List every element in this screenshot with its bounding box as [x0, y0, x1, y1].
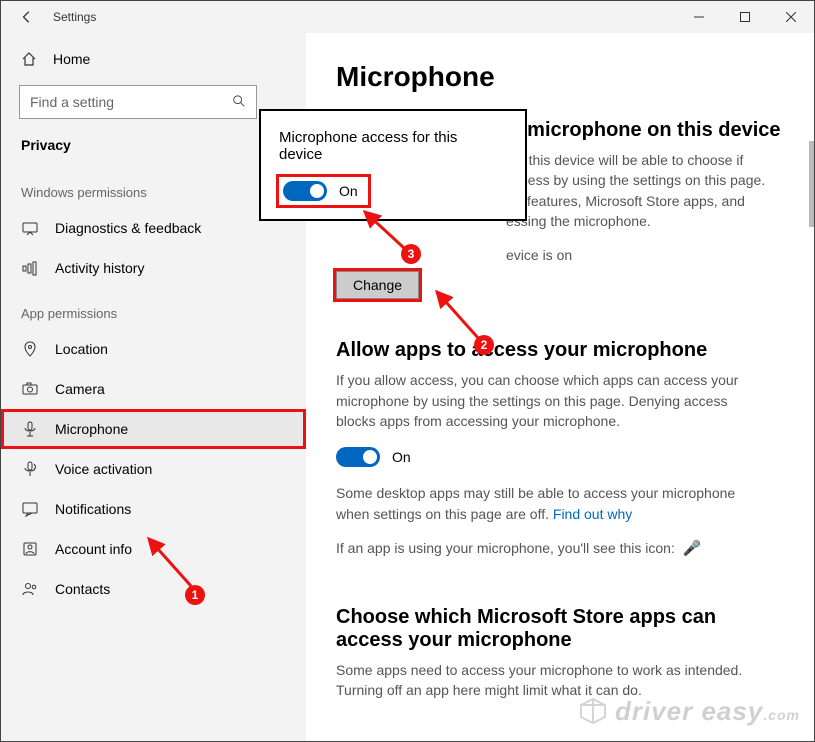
history-icon	[21, 260, 39, 276]
popup-title: Microphone access for this device	[279, 129, 479, 163]
device-toggle[interactable]	[283, 181, 327, 201]
sidebar-item-camera[interactable]: Camera	[1, 369, 306, 409]
feedback-icon	[21, 220, 39, 236]
sidebar-item-activity[interactable]: Activity history	[1, 248, 306, 288]
maximize-button[interactable]	[722, 1, 768, 33]
watermark: driver easy.com	[577, 695, 800, 727]
group-app-permissions: App permissions	[1, 288, 306, 329]
notifications-icon	[21, 501, 39, 517]
toggle-label: On	[392, 449, 411, 465]
sidebar-item-label: Account info	[55, 541, 132, 557]
scrollbar[interactable]	[809, 141, 814, 227]
microphone-icon	[21, 421, 39, 437]
device-toggle-label: On	[339, 183, 358, 199]
window-title: Settings	[53, 10, 676, 24]
sidebar-item-notifications[interactable]: Notifications	[1, 489, 306, 529]
mic-indicator-icon: 🎤	[683, 540, 702, 557]
arrow-2	[429, 284, 489, 344]
desktop-note: Some desktop apps may still be able to a…	[336, 483, 766, 524]
search-icon	[232, 94, 246, 111]
account-icon	[21, 541, 39, 557]
sidebar-item-label: Location	[55, 341, 108, 357]
home-label: Home	[53, 51, 90, 67]
sidebar-item-label: Contacts	[55, 581, 110, 597]
sidebar-item-microphone[interactable]: Microphone	[1, 409, 306, 449]
arrow-3	[359, 206, 414, 256]
section2-title: Allow apps to access your microphone	[336, 339, 784, 362]
sidebar-item-label: Camera	[55, 381, 105, 397]
sidebar-item-voice[interactable]: Voice activation	[1, 449, 306, 489]
page-title: Microphone	[336, 61, 784, 93]
section3-title: Choose which Microsoft Store apps can ac…	[336, 606, 784, 652]
find-out-why-link[interactable]: Find out why	[553, 506, 632, 522]
titlebar: Settings	[1, 1, 814, 33]
camera-icon	[21, 381, 39, 397]
voice-icon	[21, 461, 39, 477]
sidebar-item-label: Diagnostics & feedback	[55, 220, 201, 236]
home-nav[interactable]: Home	[1, 43, 306, 75]
search-input[interactable]: Find a setting	[19, 85, 257, 119]
icon-note: If an app is using your microphone, you'…	[336, 538, 766, 560]
sidebar-item-label: Voice activation	[55, 461, 152, 477]
sidebar-item-label: Notifications	[55, 501, 131, 517]
minimize-button[interactable]	[676, 1, 722, 33]
sidebar-item-label: Activity history	[55, 260, 144, 276]
mic-access-popup: Microphone access for this device On	[259, 109, 527, 221]
sidebar-item-label: Microphone	[55, 421, 128, 437]
home-icon	[21, 51, 37, 67]
arrow-1	[141, 531, 201, 591]
change-button[interactable]: Change	[336, 271, 419, 299]
close-button[interactable]	[768, 1, 814, 33]
contacts-icon	[21, 581, 39, 597]
section2-body: If you allow access, you can choose whic…	[336, 370, 766, 431]
apps-toggle[interactable]	[336, 447, 380, 467]
search-placeholder: Find a setting	[30, 94, 114, 110]
sidebar-item-location[interactable]: Location	[1, 329, 306, 369]
back-button[interactable]	[11, 1, 43, 33]
location-icon	[21, 341, 39, 357]
